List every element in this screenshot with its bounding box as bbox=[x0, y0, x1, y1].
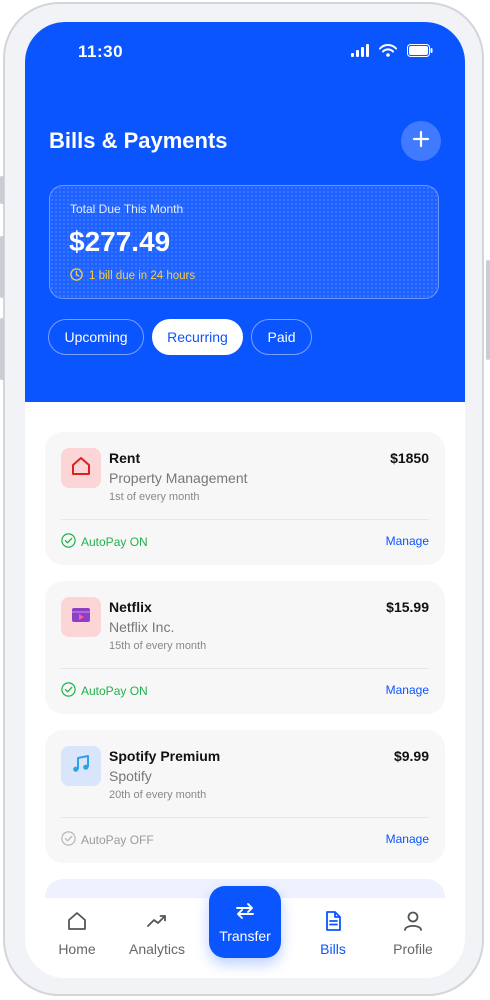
transfer-button[interactable]: Transfer bbox=[209, 886, 281, 958]
trend-icon bbox=[146, 910, 168, 937]
wifi-icon bbox=[379, 44, 397, 62]
bill-name: Netflix bbox=[109, 599, 152, 615]
bill-company: Spotify bbox=[109, 768, 152, 784]
bill-amount: $9.99 bbox=[393, 748, 429, 764]
due-notice: 1 bill due in 24 hours bbox=[70, 268, 195, 284]
home-icon bbox=[70, 455, 92, 482]
user-icon bbox=[402, 910, 424, 937]
music-icon bbox=[70, 753, 92, 780]
home-icon bbox=[66, 910, 88, 937]
app-screen: 11:30 Bills & Payments Total Due This Mo… bbox=[25, 22, 465, 978]
bill-icon-container bbox=[61, 746, 101, 786]
nav-analytics-label: Analytics bbox=[128, 941, 186, 957]
nav-home-label: Home bbox=[58, 941, 96, 957]
bill-card-rent[interactable]: Rent Property Management 1st of every mo… bbox=[45, 432, 445, 565]
check-circle-icon bbox=[61, 682, 76, 700]
bill-amount: $1850 bbox=[390, 450, 429, 466]
swap-icon bbox=[234, 900, 256, 927]
plus-icon bbox=[412, 130, 430, 153]
tab-recurring[interactable]: Recurring bbox=[152, 319, 243, 355]
manage-link[interactable]: Manage bbox=[386, 534, 429, 548]
nav-analytics[interactable]: Analytics bbox=[117, 898, 197, 978]
nav-home[interactable]: Home bbox=[37, 898, 117, 978]
bill-tabs: Upcoming Recurring Paid bbox=[48, 319, 312, 355]
phone-side-button bbox=[486, 260, 490, 360]
total-due-card: Total Due This Month $277.49 1 bill due … bbox=[49, 185, 439, 299]
autopay-status: AutoPay ON bbox=[61, 682, 148, 700]
phone-side-button bbox=[0, 236, 4, 298]
manage-link[interactable]: Manage bbox=[386, 683, 429, 697]
divider bbox=[61, 519, 429, 520]
clock-icon bbox=[70, 268, 83, 284]
autopay-label: AutoPay ON bbox=[81, 684, 148, 698]
bill-card-spotify[interactable]: Spotify Premium Spotify 20th of every mo… bbox=[45, 730, 445, 863]
add-bill-button[interactable] bbox=[401, 121, 441, 161]
status-time: 11:30 bbox=[78, 42, 124, 61]
manage-link[interactable]: Manage bbox=[386, 832, 429, 846]
phone-side-button bbox=[0, 176, 4, 204]
tab-paid[interactable]: Paid bbox=[251, 319, 312, 355]
total-due-label: Total Due This Month bbox=[70, 202, 184, 216]
page-title: Bills & Payments bbox=[49, 128, 228, 153]
bill-name: Rent bbox=[109, 450, 141, 466]
nav-profile[interactable]: Profile bbox=[373, 898, 453, 978]
bill-company: Property Management bbox=[109, 470, 248, 486]
bill-frequency: 15th of every month bbox=[109, 640, 207, 652]
check-circle-icon bbox=[61, 533, 76, 551]
autopay-status: AutoPay OFF bbox=[61, 831, 154, 849]
nav-bills[interactable]: Bills bbox=[293, 898, 373, 978]
battery-icon bbox=[407, 44, 433, 62]
nav-profile-label: Profile bbox=[393, 941, 433, 957]
due-notice-text: 1 bill due in 24 hours bbox=[89, 270, 196, 282]
bill-icon-container bbox=[61, 448, 101, 488]
bill-amount: $15.99 bbox=[386, 599, 429, 615]
bill-card-netflix[interactable]: Netflix Netflix Inc. 15th of every month… bbox=[45, 581, 445, 714]
divider bbox=[61, 668, 429, 669]
bill-icon-container bbox=[61, 597, 101, 637]
bill-frequency: 1st of every month bbox=[109, 491, 200, 503]
autopay-status: AutoPay ON bbox=[61, 533, 148, 551]
tab-upcoming[interactable]: Upcoming bbox=[48, 319, 144, 355]
nav-bills-label: Bills bbox=[320, 941, 346, 957]
signal-icon bbox=[351, 44, 369, 62]
document-icon bbox=[322, 910, 344, 937]
total-due-amount: $277.49 bbox=[69, 226, 171, 257]
divider bbox=[61, 817, 429, 818]
bill-frequency: 20th of every month bbox=[109, 789, 207, 801]
autopay-label: AutoPay ON bbox=[81, 535, 148, 549]
phone-side-button bbox=[0, 318, 4, 380]
video-icon bbox=[70, 604, 92, 631]
bill-company: Netflix Inc. bbox=[109, 619, 175, 635]
check-circle-icon bbox=[61, 831, 76, 849]
autopay-label: AutoPay OFF bbox=[81, 833, 154, 847]
transfer-label: Transfer bbox=[219, 928, 271, 944]
status-icons bbox=[351, 44, 433, 62]
bill-name: Spotify Premium bbox=[109, 748, 221, 764]
